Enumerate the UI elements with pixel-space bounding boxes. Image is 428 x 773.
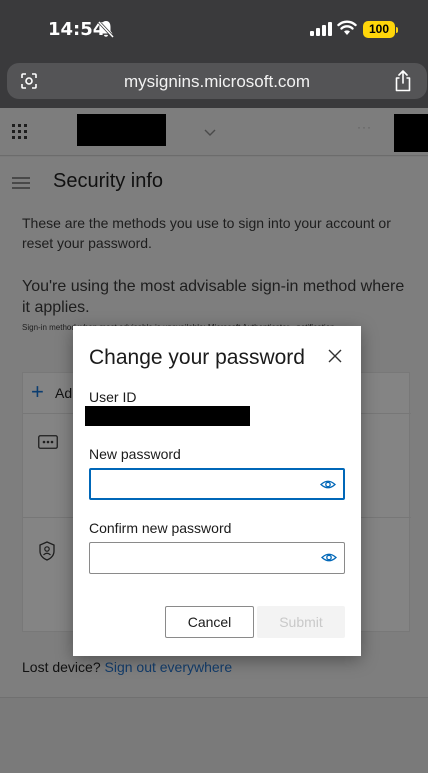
- new-password-field-box: [89, 468, 345, 500]
- page-footer-band: [0, 697, 428, 773]
- sign-out-everywhere-link[interactable]: Sign out everywhere: [105, 659, 233, 675]
- share-icon[interactable]: [394, 70, 412, 92]
- close-icon[interactable]: [325, 346, 345, 366]
- status-time: 14:54: [48, 19, 106, 40]
- confirm-password-field-box: [89, 542, 345, 574]
- add-method-label[interactable]: Ad: [55, 385, 72, 401]
- confirm-password-field[interactable]: [96, 548, 306, 568]
- signal-icon: [310, 22, 332, 36]
- show-password-icon[interactable]: [320, 479, 336, 490]
- advisory-text: You're using the most advisable sign-in …: [22, 278, 405, 316]
- page-description: These are the methods you use to sign in…: [22, 215, 391, 251]
- password-icon: [38, 435, 58, 449]
- show-confirm-password-icon[interactable]: [321, 552, 337, 563]
- submit-button[interactable]: Submit: [257, 606, 345, 638]
- page-title: Security info: [53, 170, 164, 192]
- wifi-icon: [337, 20, 357, 35]
- lost-device-row: Lost device? Sign out everywhere: [22, 659, 232, 675]
- url-text[interactable]: mysignins.microsoft.com: [7, 72, 427, 92]
- browser-bar: mysignins.microsoft.com: [0, 60, 428, 108]
- more-options-icon[interactable]: ···: [357, 120, 372, 134]
- redacted-org-name: [77, 114, 166, 146]
- redacted-user-id: [85, 406, 250, 426]
- lost-device-label: Lost device?: [22, 659, 101, 675]
- battery-nub: [396, 27, 398, 33]
- app-launcher-icon[interactable]: [12, 124, 28, 140]
- menu-icon[interactable]: [12, 177, 30, 189]
- new-password-label: New password: [89, 446, 181, 462]
- address-bar[interactable]: mysignins.microsoft.com: [7, 63, 427, 99]
- new-password-field[interactable]: [97, 475, 307, 495]
- dialog-title: Change your password: [89, 346, 305, 369]
- chevron-down-icon[interactable]: [204, 129, 216, 137]
- confirm-password-label: Confirm new password: [89, 520, 232, 536]
- battery-icon: 100: [363, 21, 395, 38]
- change-password-dialog: Change your password User ID New passwor…: [73, 326, 361, 656]
- authenticator-icon: [39, 541, 55, 561]
- status-bar: 14:54 100: [0, 0, 428, 60]
- plus-icon[interactable]: +: [31, 379, 44, 405]
- user-id-label: User ID: [89, 389, 137, 405]
- bell-slash-icon: [98, 20, 114, 38]
- redacted-avatar[interactable]: [394, 114, 428, 152]
- cancel-button[interactable]: Cancel: [165, 606, 254, 638]
- page-header: ···: [0, 108, 428, 156]
